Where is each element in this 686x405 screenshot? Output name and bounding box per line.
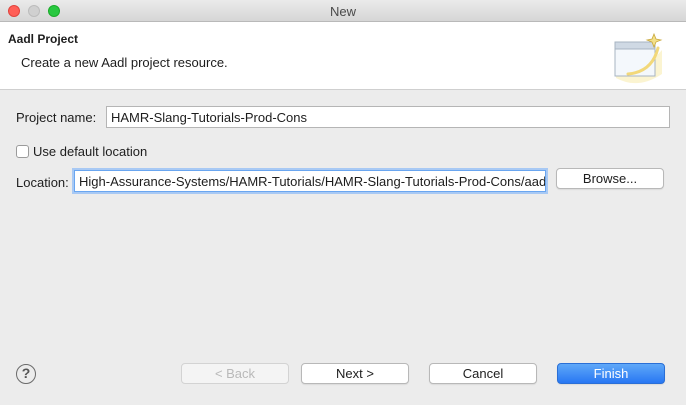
project-name-label: Project name: [16, 110, 97, 125]
location-input[interactable]: High-Assurance-Systems/HAMR-Tutorials/HA… [74, 170, 546, 192]
window-titlebar: New [0, 0, 686, 22]
back-button[interactable]: < Back [181, 363, 289, 384]
window-title: New [329, 4, 356, 19]
wizard-header: Aadl Project Create a new Aadl project r… [0, 22, 686, 90]
use-default-location-checkbox[interactable] [16, 145, 29, 158]
project-name-input[interactable]: HAMR-Slang-Tutorials-Prod-Cons [106, 106, 670, 128]
wizard-title: Aadl Project [8, 32, 79, 46]
cancel-button[interactable]: Cancel [429, 363, 537, 384]
help-icon[interactable]: ? [16, 364, 36, 384]
browse-button[interactable]: Browse... [556, 168, 664, 189]
use-default-location-label: Use default location [33, 144, 148, 159]
wizard-description: Create a new Aadl project resource. [21, 55, 228, 70]
finish-button[interactable]: Finish [557, 363, 665, 384]
location-label: Location: [16, 175, 69, 190]
new-project-wizard-icon [614, 32, 663, 84]
next-button[interactable]: Next > [301, 363, 409, 384]
